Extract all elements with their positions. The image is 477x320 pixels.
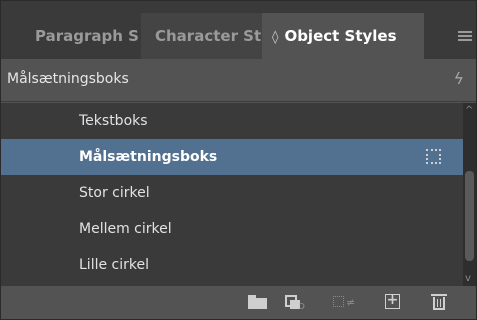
- object-styles-panel: Paragraph S Character St ◊ Object Styles …: [0, 0, 477, 320]
- tab-updown-icon: ◊: [272, 30, 279, 45]
- tab-label: Character St: [155, 27, 262, 45]
- frame-override-icon: [426, 149, 441, 164]
- tab-label: Paragraph S: [35, 27, 139, 45]
- tab-paragraph-styles[interactable]: Paragraph S: [21, 13, 141, 59]
- scroll-up-icon[interactable]: ^: [465, 105, 473, 116]
- panel-tab-bar: Paragraph S Character St ◊ Object Styles: [1, 1, 476, 59]
- scroll-down-icon[interactable]: v: [465, 273, 471, 284]
- list-item[interactable]: Mellem cirkel: [1, 211, 463, 247]
- tab-object-styles[interactable]: ◊ Object Styles: [262, 13, 424, 59]
- scroll-thumb[interactable]: [465, 171, 474, 261]
- list-item-selected[interactable]: Målsætningsboks: [1, 139, 463, 175]
- clear-attributes-icon[interactable]: ≠: [331, 291, 355, 313]
- style-label: Målsætningsboks: [79, 149, 218, 165]
- new-style-group-folder-icon[interactable]: [246, 291, 270, 313]
- style-label: Mellem cirkel: [79, 221, 172, 237]
- tab-label: Object Styles: [284, 27, 397, 45]
- list-scrollbar[interactable]: ^ v: [463, 103, 476, 286]
- list-item[interactable]: Tekstboks: [1, 103, 463, 139]
- style-label: Lille cirkel: [79, 257, 149, 273]
- panel-menu-icon[interactable]: [458, 31, 472, 41]
- style-list: Tekstboks Målsætningsboks Stor cirkel Me…: [1, 103, 463, 286]
- lightning-icon[interactable]: ϟ: [453, 69, 464, 88]
- trash-icon[interactable]: [429, 291, 453, 313]
- style-label: Stor cirkel: [79, 185, 150, 201]
- new-style-icon[interactable]: +: [382, 291, 406, 313]
- list-item[interactable]: Stor cirkel: [1, 175, 463, 211]
- style-label: Tekstboks: [79, 113, 148, 129]
- panel-bottom-toolbar: ↄ ≠ +: [1, 286, 476, 319]
- tab-character-styles[interactable]: Character St: [141, 13, 262, 59]
- list-item[interactable]: Lille cirkel: [1, 247, 463, 283]
- current-style-name: Målsætningsboks: [7, 71, 129, 87]
- clear-overrides-icon[interactable]: ↄ: [283, 291, 307, 313]
- current-style-row: Målsætningsboks ϟ: [1, 59, 476, 102]
